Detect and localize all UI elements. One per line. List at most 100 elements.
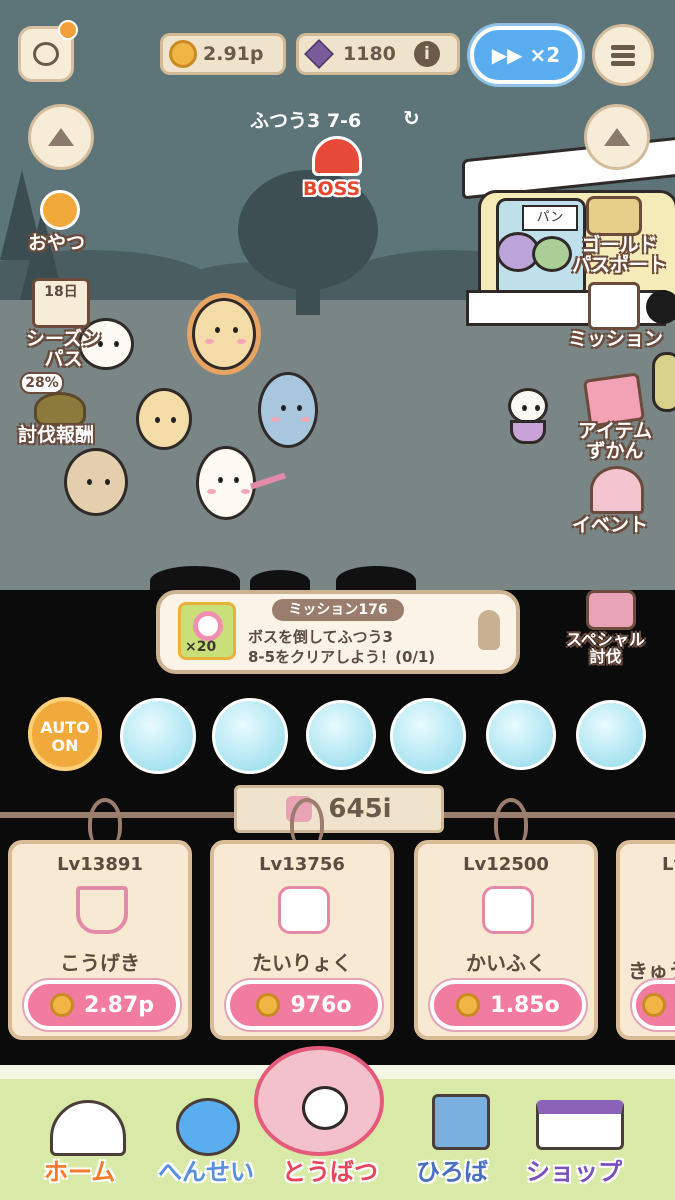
auto-label: AUTO [40, 718, 90, 737]
upgrade-card-partial[interactable]: Lv きゅう 9 [616, 840, 675, 1040]
card-name: かいふく [466, 951, 546, 975]
card-level: Lv13891 [57, 854, 143, 875]
signpost-icon [432, 1094, 490, 1150]
coin-icon [256, 993, 281, 1017]
formation-icon [176, 1098, 240, 1156]
card-name: たいりょく [252, 951, 352, 975]
stage-name: ふつう3 7-6 [250, 110, 362, 132]
event-button[interactable]: イベント [572, 515, 648, 536]
total-power-value: 645i [328, 794, 392, 824]
gold-counter: 2.91p [160, 33, 286, 75]
nav-battle[interactable]: とうばつ [282, 1152, 378, 1187]
upgrade-cost: 976o [290, 992, 352, 1018]
menu-button[interactable] [592, 24, 654, 86]
shopkeeper-green [532, 236, 572, 272]
battle-icon [254, 1046, 384, 1156]
calendar-icon: 18日 [32, 278, 90, 328]
coin-icon [49, 993, 74, 1017]
skill-bubble-hachiware[interactable] [120, 698, 196, 774]
card-level: Lv13756 [259, 854, 345, 875]
scroll-up-right-button[interactable] [584, 104, 650, 170]
nav-plaza[interactable]: ひろば [416, 1152, 488, 1187]
bush [336, 566, 416, 590]
gem-icon [304, 39, 334, 69]
skill-bubble-rakko[interactable] [576, 700, 646, 770]
special-subjugation-button[interactable]: スペシャル 討伐 [566, 631, 645, 666]
candy-icon [193, 611, 223, 641]
total-power-sign: 645i [234, 785, 444, 833]
subjugation-reward-button[interactable]: 討伐報酬 [18, 425, 94, 446]
card-level: Lv [662, 854, 675, 875]
upgrade-cost: 2.87p [83, 992, 155, 1018]
mission-reward-item: ×20 [178, 602, 236, 660]
up-arrow-icon [604, 128, 630, 146]
auto-state: ON [51, 735, 79, 755]
enemy-dark [646, 290, 675, 324]
upgrade-button[interactable]: 1.85o [430, 980, 586, 1030]
character-menu-icon [33, 42, 59, 66]
info-icon[interactable]: i [413, 41, 440, 67]
skill-bubble-chiikawa[interactable] [306, 700, 376, 770]
card-level: Lv12500 [463, 854, 549, 875]
speed-label: ▶▶ ×2 [491, 43, 561, 67]
coin-icon [642, 993, 666, 1017]
list-menu-icon [611, 42, 635, 69]
upgrade-card-partial-clip: Lv きゅう 9 [616, 840, 675, 1040]
speed-button[interactable]: ▶▶ ×2 [470, 26, 582, 84]
character-chiikawa [196, 446, 256, 520]
upgrade-button[interactable]: 976o [226, 980, 382, 1030]
shop-sign: パン [522, 205, 578, 231]
gold-passport-button[interactable]: ゴールド パスポート [572, 235, 667, 276]
battle-scene: パン [0, 0, 675, 590]
enemy-creature [508, 388, 548, 424]
bush [150, 566, 240, 590]
card-name: こうげき [60, 951, 140, 975]
gem-counter: 1180 i [296, 33, 460, 75]
heart-plus-icon [482, 886, 534, 934]
mission-title: ミッション176 [272, 599, 404, 621]
snack-button[interactable]: おやつ [28, 233, 85, 254]
mission-desc-line1: ボスを倒してふつう3 [248, 628, 393, 646]
scroll-up-left-button[interactable] [28, 104, 94, 170]
gold-value: 2.91p [203, 43, 264, 65]
mission-button[interactable]: ミッション [568, 329, 663, 350]
nav-formation[interactable]: へんせい [158, 1152, 254, 1187]
reward-bag-icon [34, 392, 86, 426]
heart-icon [278, 886, 330, 934]
skill-bubble-kurimanju[interactable] [390, 698, 466, 774]
calendar-days: 18日 [44, 284, 78, 300]
upgrade-card-stamina[interactable]: Lv13756 たいりょく 5.45d 976o [210, 840, 394, 1040]
auto-button[interactable]: AUTO ON [28, 697, 102, 771]
upgrade-button[interactable] [632, 980, 675, 1030]
bush [250, 570, 310, 590]
shop-icon [536, 1100, 624, 1150]
mission-desc-line2: 8-5をクリアしよう！(0/1) [248, 648, 436, 666]
up-arrow-icon [48, 128, 74, 146]
character-shisa [192, 298, 256, 370]
enemy-striped [652, 352, 675, 412]
upgrade-card-recovery[interactable]: Lv12500 かいふく 347c 1.85o [414, 840, 598, 1040]
gem-value: 1180 [343, 43, 396, 65]
mission-reward-count: ×20 [185, 639, 217, 655]
mission-banner[interactable]: ×20 ミッション176 ボスを倒してふつう3 8-5をクリアしよう！(0/1) [156, 590, 520, 674]
item-book-button[interactable]: アイテム ずかん [578, 421, 652, 462]
passport-icon [586, 196, 642, 236]
skill-bubble-shisa[interactable] [212, 698, 288, 774]
skill-bubble-usagi[interactable] [486, 700, 556, 770]
upgrade-cost: 1.85o [490, 992, 560, 1018]
nav-shop[interactable]: ショップ [526, 1152, 622, 1187]
mission-list-icon [588, 282, 640, 330]
chiikawa-face-icon [302, 1086, 348, 1130]
bell-icon [478, 610, 500, 650]
refresh-icon[interactable]: ↻ [403, 106, 420, 130]
notification-dot [58, 20, 78, 40]
boss-label[interactable]: BOSS [303, 178, 360, 200]
snack-icon [40, 190, 80, 230]
reward-progress-badge: 28% [20, 372, 64, 394]
fork-icon [76, 886, 128, 934]
special-fork-icon [586, 590, 636, 630]
season-pass-button[interactable]: シーズン パス [26, 329, 101, 370]
upgrade-card-attack[interactable]: Lv13891 こうげき 12.6g 2.87p [8, 840, 192, 1040]
nav-home[interactable]: ホーム [44, 1152, 115, 1187]
upgrade-button[interactable]: 2.87p [24, 980, 180, 1030]
